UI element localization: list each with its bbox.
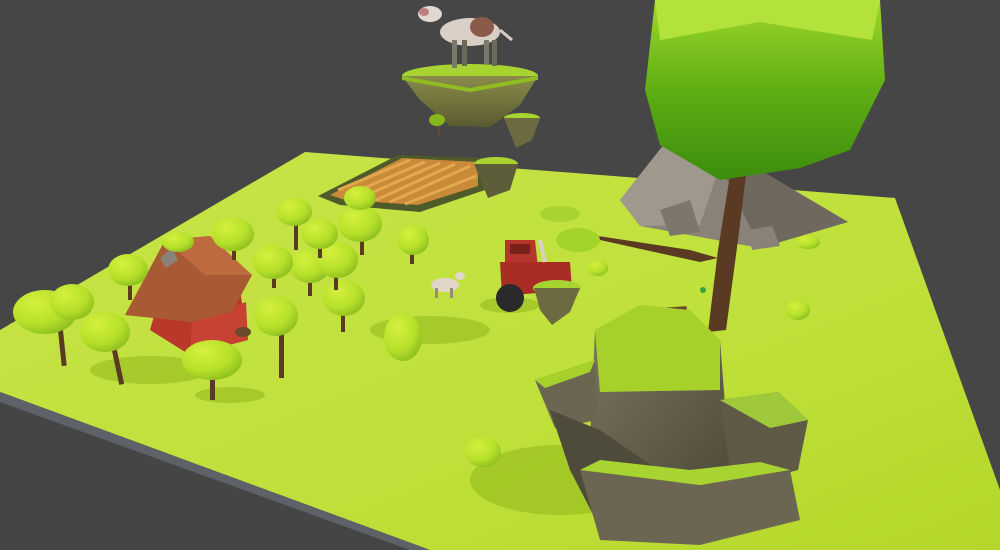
- game-viewport[interactable]: [0, 0, 1000, 550]
- scene-canvas: [0, 0, 1000, 550]
- small-plant: [700, 287, 706, 293]
